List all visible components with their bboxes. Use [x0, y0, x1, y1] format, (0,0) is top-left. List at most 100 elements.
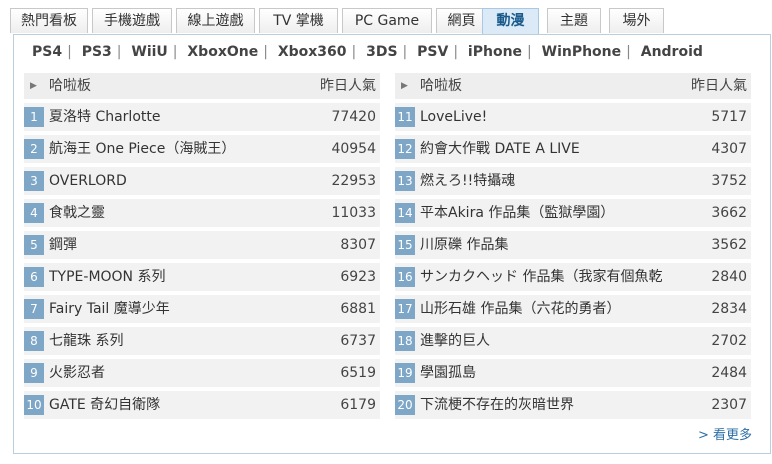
- ranking-row[interactable]: 16 サンカクヘッド 作品集（我家有個魚乾 2840: [395, 263, 751, 291]
- tab-anime[interactable]: 動漫: [482, 8, 539, 34]
- rank-badge: 11: [395, 107, 415, 127]
- ranking-row[interactable]: 14 平本Akira 作品集（監獄學園） 3662: [395, 199, 751, 227]
- tab-pc-game[interactable]: PC Game: [342, 8, 432, 33]
- rank-badge: 3: [24, 171, 44, 191]
- rank-badge: 7: [24, 299, 44, 319]
- rank-badge: 19: [395, 363, 415, 383]
- popularity-count: 2702: [711, 333, 747, 349]
- board-title-link[interactable]: LoveLive!: [420, 103, 690, 131]
- board-title-link[interactable]: 山形石雄 作品集（六花的勇者）: [420, 295, 690, 323]
- tab-mobile-games[interactable]: 手機遊戲: [92, 8, 172, 33]
- popularity-count: 4307: [711, 141, 747, 157]
- board-title-link[interactable]: OVERLORD: [49, 167, 319, 195]
- platform-xbox360[interactable]: Xbox360: [278, 44, 347, 60]
- ranking-row[interactable]: 15 川原礫 作品集 3562: [395, 231, 751, 259]
- board-title-link[interactable]: Fairy Tail 魔導少年: [49, 295, 319, 323]
- board-title-link[interactable]: 鋼彈: [49, 231, 319, 259]
- board-title-link[interactable]: 學園孤島: [420, 359, 690, 387]
- rank-badge: 13: [395, 171, 415, 191]
- popularity-count: 6923: [340, 269, 376, 285]
- platform-separator: |: [67, 44, 72, 60]
- board-title-link[interactable]: 火影忍者: [49, 359, 319, 387]
- column-header: ▶ 哈啦板 昨日人氣: [395, 73, 751, 99]
- platform-xboxone[interactable]: XboxOne: [187, 44, 258, 60]
- board-title-link[interactable]: サンカクヘッド 作品集（我家有個魚乾: [420, 263, 690, 291]
- ranking-row[interactable]: 13 燃えろ!!特攝魂 3752: [395, 167, 751, 195]
- ranking-row[interactable]: 11 LoveLive! 5717: [395, 103, 751, 131]
- platform-android[interactable]: Android: [641, 44, 703, 60]
- platform-ps3[interactable]: PS3: [82, 44, 112, 60]
- ranking-row[interactable]: 9 火影忍者 6519: [24, 359, 380, 387]
- triangle-bullet-icon: ▶: [30, 81, 37, 91]
- ranking-row[interactable]: 20 下流梗不存在的灰暗世界 2307: [395, 391, 751, 419]
- platform-separator: |: [263, 44, 268, 60]
- ranking-row[interactable]: 17 山形石雄 作品集（六花的勇者） 2834: [395, 295, 751, 323]
- ranking-row[interactable]: 5 鋼彈 8307: [24, 231, 380, 259]
- tab-web[interactable]: 網頁: [436, 8, 487, 33]
- ranking-row[interactable]: 18 進擊的巨人 2702: [395, 327, 751, 355]
- platform-ps4[interactable]: PS4: [32, 44, 62, 60]
- rank-badge: 1: [24, 107, 44, 127]
- ranking-row[interactable]: 1 夏洛特 Charlotte 77420: [24, 103, 380, 131]
- popularity-count: 8307: [340, 237, 376, 253]
- ranking-column-right: ▶ 哈啦板 昨日人氣 11 LoveLive! 5717 12 約會大作戰 DATE …: [395, 73, 751, 419]
- ranking-panel: PS4 | PS3 | WiiU | XboxOne | Xbox360 | 3DS | P…: [13, 34, 771, 454]
- column-header: ▶ 哈啦板 昨日人氣: [24, 73, 380, 99]
- popularity-count: 2484: [711, 365, 747, 381]
- board-title-link[interactable]: 燃えろ!!特攝魂: [420, 167, 690, 195]
- rank-badge: 16: [395, 267, 415, 287]
- board-title-link[interactable]: 進擊的巨人: [420, 327, 690, 355]
- ranking-row[interactable]: 4 食戟之靈 11033: [24, 199, 380, 227]
- platform-3ds[interactable]: 3DS: [366, 44, 397, 60]
- platform-separator: |: [402, 44, 408, 60]
- popularity-count: 6737: [340, 333, 376, 349]
- popularity-count: 11033: [331, 205, 376, 221]
- board-title-link[interactable]: 七龍珠 系列: [49, 327, 319, 355]
- rank-badge: 4: [24, 203, 44, 223]
- tab-offtopic[interactable]: 場外: [609, 8, 664, 33]
- popularity-count: 2834: [711, 301, 747, 317]
- ranking-row[interactable]: 7 Fairy Tail 魔導少年 6881: [24, 295, 380, 323]
- board-title-link[interactable]: 夏洛特 Charlotte: [49, 103, 319, 131]
- rank-badge: 20: [395, 395, 415, 415]
- platform-separator: |: [527, 44, 532, 60]
- ranking-row[interactable]: 12 約會大作戰 DATE A LIVE 4307: [395, 135, 751, 163]
- rank-badge: 12: [395, 139, 415, 159]
- platform-separator: |: [626, 44, 631, 60]
- ranking-row[interactable]: 19 學園孤島 2484: [395, 359, 751, 387]
- tab-hot-boards[interactable]: 熱門看板: [10, 8, 88, 33]
- tab-online-games[interactable]: 線上遊戲: [176, 8, 255, 33]
- board-title-link[interactable]: GATE 奇幻自衛隊: [49, 391, 319, 419]
- header-popularity-label: 昨日人氣: [320, 78, 376, 94]
- popularity-count: 2840: [711, 269, 747, 285]
- tab-tv-handheld[interactable]: TV 掌機: [259, 8, 338, 33]
- board-title-link[interactable]: 約會大作戰 DATE A LIVE: [420, 135, 690, 163]
- platform-wiiu[interactable]: WiiU: [131, 44, 167, 60]
- board-title-link[interactable]: 平本Akira 作品集（監獄學園）: [420, 199, 690, 227]
- ranking-row[interactable]: 3 OVERLORD 22953: [24, 167, 380, 195]
- board-title-link[interactable]: 川原礫 作品集: [420, 231, 690, 259]
- ranking-row[interactable]: 2 航海王 One Piece（海賊王） 40954: [24, 135, 380, 163]
- platform-iphone[interactable]: iPhone: [468, 44, 522, 60]
- board-title-link[interactable]: 航海王 One Piece（海賊王）: [49, 135, 319, 163]
- rank-badge: 17: [395, 299, 415, 319]
- popularity-count: 22953: [331, 173, 376, 189]
- platform-separator: |: [116, 44, 122, 60]
- ranking-row[interactable]: 10 GATE 奇幻自衛隊 6179: [24, 391, 380, 419]
- platform-psv[interactable]: PSV: [417, 44, 448, 60]
- header-board-label: 哈啦板: [49, 78, 91, 94]
- tab-topics[interactable]: 主題: [547, 8, 601, 33]
- platform-separator: |: [453, 44, 459, 60]
- see-more-link[interactable]: > 看更多: [698, 424, 752, 443]
- rank-badge: 9: [24, 363, 44, 383]
- platform-winphone[interactable]: WinPhone: [542, 44, 622, 60]
- ranking-row[interactable]: 8 七龍珠 系列 6737: [24, 327, 380, 355]
- board-title-link[interactable]: 食戟之靈: [49, 199, 319, 227]
- board-title-link[interactable]: 下流梗不存在的灰暗世界: [420, 391, 690, 419]
- rank-badge: 6: [24, 267, 44, 287]
- board-title-link[interactable]: TYPE-MOON 系列: [49, 263, 319, 291]
- category-tab-bar: 熱門看板 手機遊戲 線上遊戲 TV 掌機 PC Game 網頁 動漫 主題 場外: [10, 8, 770, 34]
- popularity-count: 2307: [711, 397, 747, 413]
- ranking-row[interactable]: 6 TYPE-MOON 系列 6923: [24, 263, 380, 291]
- platform-separator: |: [172, 44, 178, 60]
